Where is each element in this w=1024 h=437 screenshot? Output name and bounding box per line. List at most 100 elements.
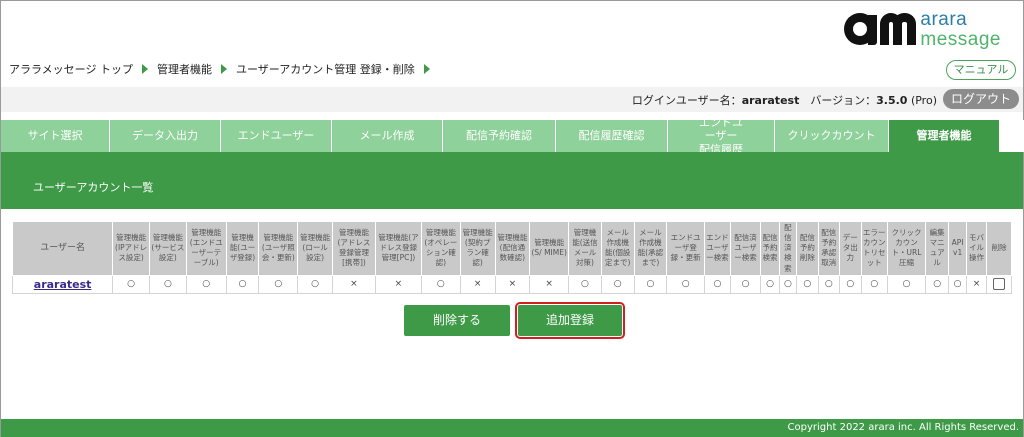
app-window: arara message アララメッセージ トップ 管理者機能 ユーザーアカウ… (0, 0, 1024, 437)
col-header: 削除 (986, 221, 1012, 276)
col-header: モバイル操作 (965, 221, 988, 276)
permission-cell: ○ (860, 274, 889, 294)
permission-cell: × (965, 274, 988, 294)
col-header: 配信予約承認取消 (817, 221, 841, 276)
permission-cell: ○ (633, 274, 668, 294)
col-header: エンドユーザ登録・更新 (666, 221, 706, 276)
footer: Copyright 2022 arara inc. All Rights Res… (1, 419, 1023, 437)
section-title: ユーザーアカウント一覧 (33, 181, 154, 194)
permission-cell: ○ (796, 274, 819, 294)
manual-button[interactable]: マニュアル (946, 60, 1016, 80)
permission-cell: ○ (729, 274, 762, 294)
permission-cell: ○ (924, 274, 950, 294)
permission-cell: ○ (258, 274, 299, 294)
col-header: 管理機能(サービス設定) (149, 221, 187, 276)
tab-data-io[interactable]: データ入出力 (110, 120, 221, 152)
tab-delivery-reservation[interactable]: 配信予約確認 (443, 120, 556, 152)
permission-cell: ○ (948, 274, 967, 294)
tab-end-user[interactable]: エンドユーザー (221, 120, 332, 152)
breadcrumb-arrow-icon (423, 64, 430, 74)
section-header: ユーザーアカウント一覧 (1, 152, 1023, 209)
col-header: エラーカウントリセット (860, 221, 889, 276)
permission-cell: × (331, 274, 376, 294)
logo-mark-icon (844, 9, 917, 49)
col-header: 配信済ユーザー検索 (729, 221, 762, 276)
permission-cell: × (494, 274, 531, 294)
tab-site-select[interactable]: サイト選択 (1, 120, 110, 152)
user-cell: araratest (11, 274, 114, 294)
tab-click-count[interactable]: クリックカウント (775, 120, 889, 152)
permission-cell: ○ (817, 274, 841, 294)
col-header: ユーザー名 (11, 221, 114, 276)
breadcrumb-arrow-icon (220, 64, 227, 74)
col-header: 管理機能 (オペレーション確認) (420, 221, 461, 276)
col-header: メール作成機能(個設定まで) (600, 221, 635, 276)
col-header: データ出力 (839, 221, 862, 276)
delete-cell (986, 274, 1012, 294)
tab-admin[interactable]: 管理者機能 (889, 120, 1000, 152)
permission-cell: ○ (297, 274, 333, 294)
permission-cell: ○ (887, 274, 926, 294)
permission-cell: ○ (149, 274, 187, 294)
tab-end-user-history[interactable]: エンドユーザー 配信履歴 (668, 116, 775, 156)
col-header: 管理機能 (エンドユーザーテーブル) (185, 221, 227, 276)
col-header: 管理機能(アドレス登録管理[PC]) (374, 221, 422, 276)
permission-cell: ○ (420, 274, 461, 294)
logo-text-arara: arara (920, 8, 968, 30)
edition-label: (Pro) (910, 94, 937, 107)
arara-message-logo[interactable]: arara message (844, 7, 1001, 51)
col-header: エンドユーザー検索 (704, 221, 731, 276)
logo-text-message: message (920, 28, 1001, 50)
permission-cell: × (529, 274, 570, 294)
col-header: クリックカウント・URL圧縮 (887, 221, 926, 276)
breadcrumb: アララメッセージ トップ 管理者機能 ユーザーアカウント管理 登録・削除 (9, 61, 439, 77)
col-header: 管理機能 (IPアドレス設定) (112, 221, 150, 276)
breadcrumb-item-admin[interactable]: 管理者機能 (157, 61, 212, 77)
table-header-row: ユーザー名 管理機能 (IPアドレス設定) 管理機能(サービス設定) 管理機能 … (11, 221, 1012, 276)
col-header: 管理機能(契約プラン確認) (459, 221, 496, 276)
add-register-button[interactable]: 追加登録 (515, 302, 625, 339)
col-header: 配信済検索 (778, 221, 798, 276)
col-header: 配信予約削除 (796, 221, 819, 276)
permission-cell: ○ (600, 274, 635, 294)
col-header: 管理機能(ユーザ登録) (225, 221, 260, 276)
permission-cell: ○ (704, 274, 731, 294)
user-bar: ログインユーザー名：araratest バージョン：3.5.0 (Pro) ログ… (1, 87, 1023, 112)
login-username: araratest (741, 94, 800, 107)
tab-delivery-history[interactable]: 配信履歴確認 (556, 120, 668, 152)
permission-cell: ○ (778, 274, 798, 294)
col-header: API v1 (948, 221, 967, 276)
tab-mail-create[interactable]: メール作成 (332, 120, 443, 152)
permission-cell: ○ (760, 274, 780, 294)
permission-cell: ○ (839, 274, 862, 294)
permission-cell: ○ (225, 274, 260, 294)
version-number: 3.5.0 (876, 94, 908, 107)
main-nav: サイト選択 データ入出力 エンドユーザー メール作成 配信予約確認 配信履歴確認… (1, 116, 1024, 156)
delete-checkbox[interactable] (993, 278, 1006, 291)
version-label: バージョン： (810, 94, 877, 107)
breadcrumb-arrow-icon (141, 64, 148, 74)
col-header: 管理機能(配信通数確認) (494, 221, 531, 276)
permission-cell: ○ (666, 274, 706, 294)
col-header: 管理機能 (S/ MIME) (529, 221, 570, 276)
permission-cell: × (459, 274, 496, 294)
permission-cell: ○ (112, 274, 150, 294)
breadcrumb-item-account: ユーザーアカウント管理 登録・削除 (235, 63, 415, 76)
permission-cell: × (374, 274, 422, 294)
col-header: 管理機能(送信メール対策) (568, 221, 602, 276)
permission-cell: ○ (185, 274, 227, 294)
logout-button[interactable]: ログアウト (943, 89, 1019, 109)
breadcrumb-item-top[interactable]: アララメッセージ トップ (9, 61, 133, 77)
copyright-text: Copyright 2022 arara inc. All Rights Res… (787, 422, 1019, 433)
col-header: 配信予約検索 (760, 221, 780, 276)
account-table: ユーザー名 管理機能 (IPアドレス設定) 管理機能(サービス設定) 管理機能 … (11, 221, 1012, 294)
col-header: メール作成機能(承認まで) (633, 221, 668, 276)
user-info: ログインユーザー名：araratest バージョン：3.5.0 (Pro) (632, 92, 937, 108)
delete-button[interactable]: 削除する (404, 305, 510, 336)
col-header: 管理機能 (ユーザ照会・更新) (258, 221, 299, 276)
user-link[interactable]: araratest (34, 278, 92, 291)
col-header: 編集マニュアル (924, 221, 950, 276)
login-user-label: ログインユーザー名： (631, 94, 742, 107)
table-row: araratest ○ ○ ○ ○ ○ ○ × × ○ × × × ○ ○ ○ (11, 274, 1012, 294)
col-header: 管理機能 (ロール設定) (297, 221, 333, 276)
